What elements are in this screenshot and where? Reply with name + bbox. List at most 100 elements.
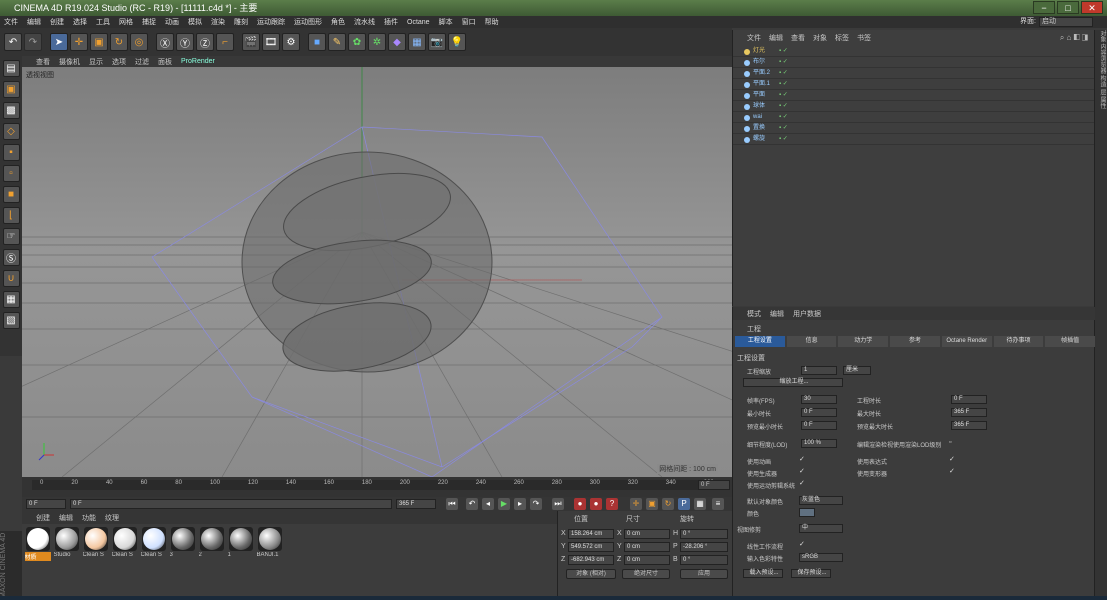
vp-menu-view[interactable]: 查看 bbox=[36, 57, 50, 67]
attr-menu-userdata[interactable]: 用户数据 bbox=[793, 309, 821, 319]
menu-tools[interactable]: 工具 bbox=[96, 17, 110, 27]
goto-start-icon[interactable]: ⏮ bbox=[446, 498, 458, 510]
floor-icon[interactable]: ▦ bbox=[408, 33, 426, 51]
menu-animate[interactable]: 动画 bbox=[165, 17, 179, 27]
menu-snap[interactable]: 捕捉 bbox=[142, 17, 156, 27]
undo-icon[interactable]: ↶ bbox=[4, 33, 22, 51]
project-length-field[interactable]: 0 F bbox=[951, 395, 987, 404]
save-preset-button[interactable]: 保存预设... bbox=[791, 569, 831, 578]
mat-menu-texture[interactable]: 纹理 bbox=[105, 513, 119, 523]
vp-menu-display[interactable]: 显示 bbox=[89, 57, 103, 67]
vp-menu-filter[interactable]: 过滤 bbox=[135, 57, 149, 67]
tab-todo[interactable]: 待办事项 bbox=[993, 336, 1044, 347]
vp-menu-options[interactable]: 选项 bbox=[112, 57, 126, 67]
scale-field[interactable]: 1 bbox=[801, 366, 837, 375]
menu-plugins[interactable]: 插件 bbox=[384, 17, 398, 27]
scale-icon[interactable]: ▣ bbox=[90, 33, 108, 51]
key-position-icon[interactable]: ✛ bbox=[630, 498, 642, 510]
axis-mode-icon[interactable]: ⌊ bbox=[2, 207, 20, 224]
view-clip-select[interactable]: 中 bbox=[799, 524, 843, 533]
menu-select[interactable]: 选择 bbox=[73, 17, 87, 27]
start-frame-field[interactable]: 0 F bbox=[26, 499, 66, 509]
visibility-toggle[interactable]: ▪ ✓ bbox=[779, 69, 793, 77]
texture-mode-icon[interactable]: ▩ bbox=[2, 102, 20, 119]
workplane-icon[interactable]: ◇ bbox=[2, 123, 20, 140]
timeline[interactable]: 0 20 40 60 80 100 120 140 160 180 200 22… bbox=[22, 477, 732, 497]
input-color-select[interactable]: sRGB bbox=[799, 553, 843, 562]
visibility-toggle[interactable]: ▪ ✓ bbox=[779, 124, 793, 132]
subdivision-icon[interactable]: ✿ bbox=[348, 33, 366, 51]
object-name[interactable]: 灯光 bbox=[753, 46, 765, 57]
menu-character[interactable]: 角色 bbox=[331, 17, 345, 27]
object-name[interactable]: 球体 bbox=[753, 101, 765, 112]
material-item[interactable]: 1 bbox=[228, 527, 253, 561]
size-mode-select[interactable]: 绝对尺寸 bbox=[622, 569, 670, 579]
use-motion-checkbox[interactable]: ✓ bbox=[799, 480, 807, 488]
tab-dynamics[interactable]: 动力学 bbox=[838, 336, 889, 347]
tab-reference[interactable]: 参考 bbox=[890, 336, 940, 347]
visibility-toggle[interactable]: ▪ ✓ bbox=[779, 113, 793, 121]
light-icon[interactable]: 💡 bbox=[448, 33, 466, 51]
record-icon[interactable]: ● bbox=[574, 498, 586, 510]
object-name[interactable]: 平面 bbox=[753, 90, 765, 101]
minimize-button[interactable]: − bbox=[1033, 1, 1055, 14]
coord-system-icon[interactable]: ⌐ bbox=[216, 33, 234, 51]
key-rotation-icon[interactable]: ↻ bbox=[662, 498, 674, 510]
right-dock-tabs[interactable]: 对象 内容浏览器 构造 层 属性 bbox=[1094, 30, 1107, 600]
material-item[interactable]: 3 bbox=[170, 527, 195, 561]
select-icon[interactable]: ➤ bbox=[50, 33, 68, 51]
attr-menu-mode[interactable]: 模式 bbox=[747, 309, 761, 319]
visibility-toggle[interactable]: ▪ ✓ bbox=[779, 135, 793, 143]
scale-project-button[interactable]: 缩放工程... bbox=[743, 378, 843, 387]
object-name[interactable]: wai bbox=[753, 112, 762, 123]
next-frame-icon[interactable]: ▸ bbox=[514, 498, 526, 510]
maximize-button[interactable]: □ bbox=[1057, 1, 1079, 14]
cube-icon[interactable]: ■ bbox=[308, 33, 326, 51]
object-row[interactable]: 球体 ▪ ✓ bbox=[733, 101, 1095, 112]
object-row[interactable]: 布尔 ▪ ✓ bbox=[733, 57, 1095, 68]
apply-button[interactable]: 应用 bbox=[680, 569, 728, 579]
preview-range-slider[interactable]: 0 F bbox=[70, 499, 392, 509]
rot-p-field[interactable]: -28.206 ° bbox=[680, 542, 728, 552]
object-name[interactable]: 平面.2 bbox=[753, 68, 770, 79]
obj-menu-file[interactable]: 文件 bbox=[747, 33, 761, 43]
object-name[interactable]: 置换 bbox=[753, 123, 765, 134]
material-item[interactable]: BANJI.1 bbox=[257, 527, 282, 561]
end-frame-field[interactable]: 365 F bbox=[396, 499, 436, 509]
visibility-toggle[interactable]: ▪ ✓ bbox=[779, 80, 793, 88]
obj-menu-tags[interactable]: 标签 bbox=[835, 33, 849, 43]
lock-workplane-icon[interactable]: ▦ bbox=[2, 291, 20, 308]
use-animation-checkbox[interactable]: ✓ bbox=[799, 456, 807, 464]
lod-field[interactable]: 100 % bbox=[801, 439, 837, 448]
timeline-ruler[interactable]: 0 20 40 60 80 100 120 140 160 180 200 22… bbox=[32, 480, 722, 490]
tab-project-settings[interactable]: 工程设置 bbox=[735, 336, 785, 347]
tweak-mode-icon[interactable]: ☞ bbox=[2, 228, 20, 245]
pen-icon[interactable]: ✎ bbox=[328, 33, 346, 51]
render-settings-icon[interactable]: ⚙ bbox=[282, 33, 300, 51]
min-time-field[interactable]: 0 F bbox=[801, 408, 837, 417]
auto-key-icon[interactable]: ● bbox=[590, 498, 602, 510]
obj-menu-bookmarks[interactable]: 书签 bbox=[857, 33, 871, 43]
goto-end-icon[interactable]: ⏭ bbox=[552, 498, 564, 510]
object-row[interactable]: 螺旋 ▪ ✓ bbox=[733, 134, 1095, 145]
model-mode-icon[interactable]: ▣ bbox=[2, 81, 20, 98]
deformer-icon[interactable]: ◆ bbox=[388, 33, 406, 51]
default-color-select[interactable]: 灰蓝色 bbox=[799, 496, 843, 505]
pos-z-field[interactable]: -682.943 cm bbox=[568, 555, 614, 565]
rotate-icon[interactable]: ↻ bbox=[110, 33, 128, 51]
y-axis-icon[interactable]: Ⓨ bbox=[176, 33, 194, 51]
prev-key-icon[interactable]: ↶ bbox=[466, 498, 478, 510]
object-row[interactable]: 灯光 ▪ ✓ bbox=[733, 46, 1095, 57]
render-view-icon[interactable]: 🎬 bbox=[242, 33, 260, 51]
keyframe-selection-icon[interactable]: ? bbox=[606, 498, 618, 510]
coord-mode-select[interactable]: 对象 (相对) bbox=[566, 569, 616, 579]
menu-window[interactable]: 窗口 bbox=[462, 17, 476, 27]
object-row[interactable]: 平面.1 ▪ ✓ bbox=[733, 79, 1095, 90]
edges-mode-icon[interactable]: ▫ bbox=[2, 165, 20, 182]
search-icon[interactable]: ⌕ ⌂ ◧ ◨ bbox=[1060, 33, 1088, 43]
object-row[interactable]: 置换 ▪ ✓ bbox=[733, 123, 1095, 134]
render-picture-icon[interactable]: 🎞 bbox=[262, 33, 280, 51]
make-editable-icon[interactable]: ▤ bbox=[2, 60, 20, 77]
key-scale-icon[interactable]: ▣ bbox=[646, 498, 658, 510]
mat-menu-function[interactable]: 功能 bbox=[82, 513, 96, 523]
